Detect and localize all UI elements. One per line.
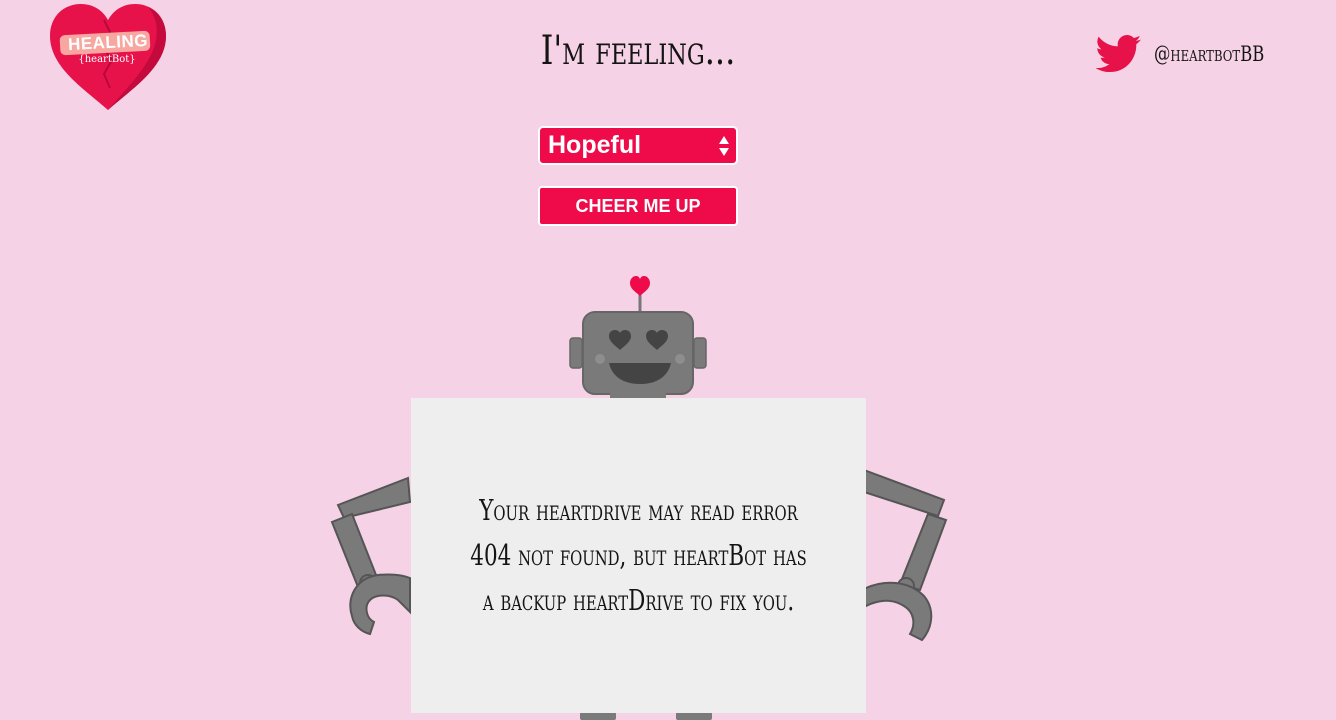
robot-right-cheek xyxy=(675,354,685,364)
robot-right-arm xyxy=(855,468,948,642)
robot-sign-message: Your heartdrive may read error 404 not f… xyxy=(470,493,807,617)
robot-left-cheek xyxy=(595,354,605,364)
page: HEALING {heartBot} I'm feeling... @heart… xyxy=(0,0,1336,720)
antenna-heart-icon xyxy=(630,276,650,296)
robot-left-ear xyxy=(569,337,583,369)
robot-right-ear xyxy=(693,337,707,369)
robot-left-arm xyxy=(330,476,412,636)
robot-right-foot xyxy=(676,712,712,720)
robot-left-foot xyxy=(580,712,616,720)
